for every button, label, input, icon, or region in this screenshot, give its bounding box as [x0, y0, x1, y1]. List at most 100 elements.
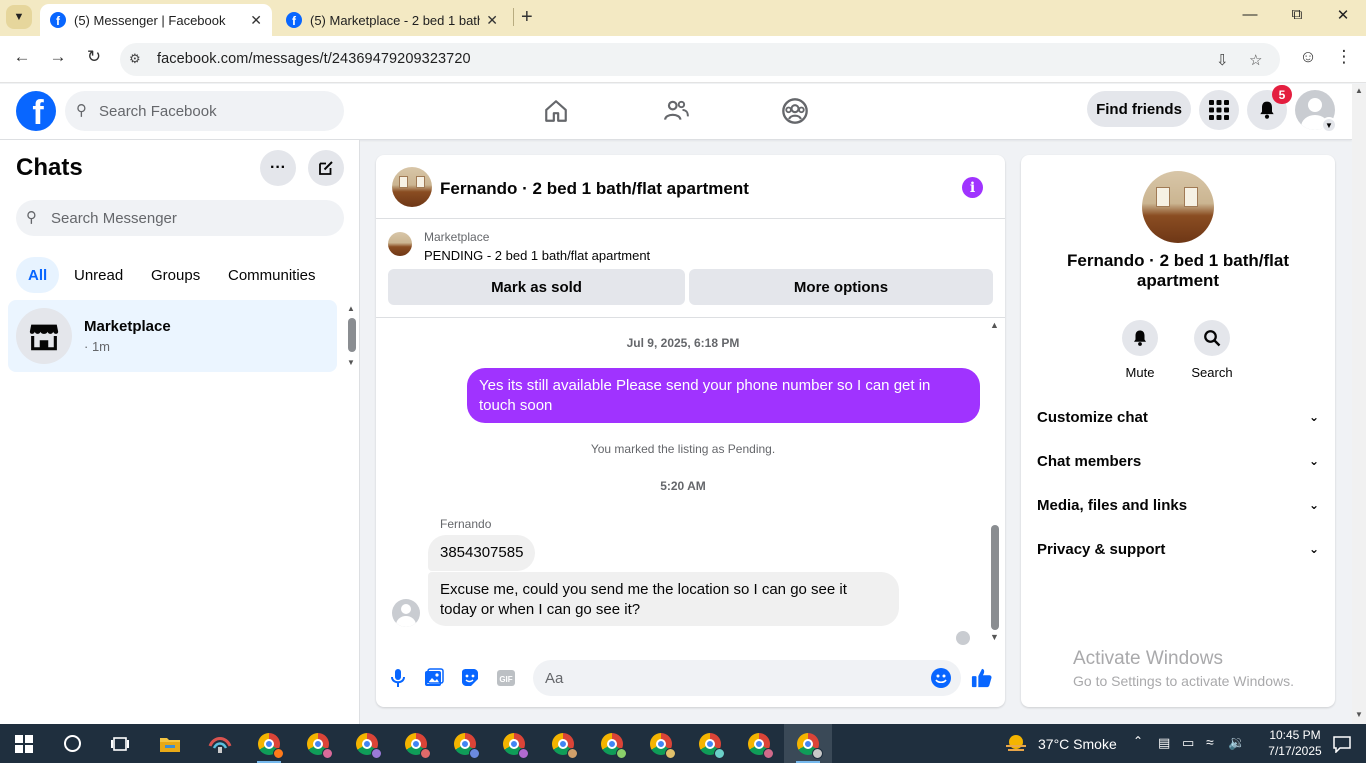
info-icon[interactable]: i [962, 177, 983, 198]
thumbs-up-icon[interactable] [971, 667, 993, 689]
system-message: You marked the listing as Pending. [590, 442, 776, 456]
chevron-down-icon[interactable]: ▼ [1321, 117, 1337, 133]
conversation-scrollbar[interactable]: ▲ ▼ [988, 320, 1002, 645]
windows-start-icon[interactable] [0, 724, 48, 763]
message-list: Jul 9, 2025, 6:18 PM Yes its still avail… [376, 319, 1005, 645]
forward-button[interactable]: → [46, 47, 70, 67]
customize-chat-section[interactable]: Customize chat ⌄ [1037, 401, 1319, 433]
search-circle-icon[interactable] [48, 724, 96, 763]
weather-icon[interactable] [996, 724, 1036, 763]
chrome-profile-icon[interactable] [343, 724, 391, 763]
filter-groups[interactable]: Groups [139, 257, 212, 293]
tab-marketplace[interactable]: f (5) Marketplace - 2 bed 1 bath/f ✕ [276, 4, 508, 36]
sticker-icon[interactable] [459, 667, 481, 689]
chats-scrollbar[interactable]: ▲ ▼ [346, 304, 358, 370]
filter-communities[interactable]: Communities [216, 257, 328, 293]
marketplace-store-icon [16, 308, 72, 364]
facebook-favicon-icon: f [50, 12, 66, 28]
close-tab-icon[interactable]: ✕ [486, 12, 498, 29]
section-label: Customize chat [1037, 408, 1148, 426]
privacy-support-section[interactable]: Privacy & support ⌄ [1037, 533, 1319, 565]
incoming-message[interactable]: 3854307585 [428, 535, 536, 571]
groups-icon[interactable] [780, 96, 810, 126]
more-options-icon[interactable]: ··· [260, 150, 296, 186]
browser-menu-icon[interactable]: ⋮ [1332, 47, 1356, 67]
more-options-button[interactable]: More options [689, 269, 993, 305]
tab-messenger[interactable]: f (5) Messenger | Facebook ✕ [40, 4, 272, 36]
url-text[interactable]: facebook.com/messages/t/2436947920932372… [157, 51, 471, 67]
back-button[interactable]: ← [10, 47, 34, 67]
chrome-active-icon[interactable] [784, 724, 832, 763]
message-input[interactable] [545, 660, 915, 696]
restore-button[interactable]: ⧉ [1287, 6, 1307, 23]
listing-photo[interactable] [392, 167, 432, 207]
weather-text[interactable]: 37°C Smoke [1038, 736, 1117, 752]
find-friends-button[interactable]: Find friends [1087, 91, 1191, 127]
tab-search-button[interactable]: ▼ [6, 5, 32, 29]
new-tab-button[interactable]: + [521, 6, 533, 29]
incoming-message[interactable]: Excuse me, could you send me the locatio… [428, 572, 899, 626]
notification-center-icon[interactable] [1318, 724, 1366, 763]
chrome-profile-icon[interactable] [637, 724, 685, 763]
listing-status-title[interactable]: PENDING - 2 bed 1 bath/flat apartment [424, 248, 650, 263]
mute-label: Mute [1125, 365, 1155, 380]
chrome-profile-icon[interactable] [392, 724, 440, 763]
reload-button[interactable]: ↻ [82, 47, 106, 67]
task-view-icon[interactable] [96, 724, 144, 763]
chrome-profile-icon[interactable] [735, 724, 783, 763]
listing-profile-photo[interactable] [1142, 171, 1214, 243]
mark-as-sold-button[interactable]: Mark as sold [388, 269, 685, 305]
mute-action[interactable]: Mute [1110, 320, 1170, 380]
file-explorer-icon[interactable] [146, 724, 194, 763]
network-app-icon[interactable] [196, 724, 244, 763]
microphone-icon[interactable] [387, 667, 409, 689]
chat-members-section[interactable]: Chat members ⌄ [1037, 445, 1319, 477]
chrome-profile-icon[interactable] [686, 724, 734, 763]
chrome-profile-icon[interactable] [441, 724, 489, 763]
watermark-subtitle: Go to Settings to activate Windows. [1073, 673, 1294, 689]
filter-unread[interactable]: Unread [62, 257, 135, 293]
install-app-icon[interactable]: ⇩ [1216, 51, 1229, 69]
menu-grid-icon[interactable] [1199, 90, 1239, 130]
messenger-search[interactable]: ⚲ [16, 200, 344, 236]
new-message-icon[interactable] [308, 150, 344, 186]
facebook-logo-icon[interactable]: f [16, 91, 56, 131]
friends-icon[interactable] [661, 96, 691, 126]
minimize-button[interactable]: — [1240, 6, 1260, 23]
chrome-profile-icon[interactable] [294, 724, 342, 763]
chrome-profile-icon[interactable] [539, 724, 587, 763]
omnibox[interactable]: ⚙ facebook.com/messages/t/24369479209323… [120, 43, 1280, 76]
bookmark-star-icon[interactable]: ☆ [1249, 51, 1262, 69]
chevron-up-icon[interactable]: ⌃ [1133, 734, 1143, 748]
messenger-search-input[interactable] [51, 200, 331, 236]
wifi-icon[interactable]: ≈ [1206, 734, 1214, 750]
profile-icon[interactable]: ☺ [1296, 47, 1320, 67]
gif-icon[interactable]: GIF [495, 667, 517, 689]
message-input-box[interactable] [533, 660, 961, 696]
battery-icon[interactable]: ▭ [1182, 735, 1194, 751]
conversation-title[interactable]: Fernando · 2 bed 1 bath/flat apartment [440, 179, 749, 199]
filter-all[interactable]: All [16, 257, 60, 293]
outgoing-message[interactable]: Yes its still available Please send your… [467, 368, 980, 423]
sender-avatar[interactable] [392, 599, 420, 627]
media-files-links-section[interactable]: Media, files and links ⌄ [1037, 489, 1319, 521]
message-timestamp: Jul 9, 2025, 6:18 PM [626, 336, 740, 350]
search-action[interactable]: Search [1182, 320, 1242, 380]
site-settings-icon[interactable]: ⚙ [129, 51, 141, 67]
facebook-search-input[interactable] [99, 91, 334, 131]
chrome-profile-icon[interactable] [588, 724, 636, 763]
chrome-profile-icon[interactable] [245, 724, 293, 763]
volume-icon[interactable]: 🔉 [1228, 734, 1245, 751]
close-tab-icon[interactable]: ✕ [250, 12, 262, 29]
home-icon[interactable] [541, 96, 571, 126]
chrome-profile-icon[interactable] [490, 724, 538, 763]
emoji-icon[interactable] [931, 668, 951, 688]
photo-icon[interactable] [423, 667, 445, 689]
chat-list-item[interactable]: Marketplace · 1m [8, 300, 337, 372]
close-window-button[interactable]: ✕ [1333, 6, 1353, 24]
seen-indicator-avatar [956, 631, 970, 645]
activate-windows-watermark: Activate Windows Go to Settings to activ… [1073, 648, 1294, 689]
meet-icon[interactable]: ▤ [1158, 735, 1170, 751]
page-scrollbar[interactable]: ▲ ▼ [1352, 84, 1366, 724]
facebook-search[interactable]: ⚲ [65, 91, 344, 131]
